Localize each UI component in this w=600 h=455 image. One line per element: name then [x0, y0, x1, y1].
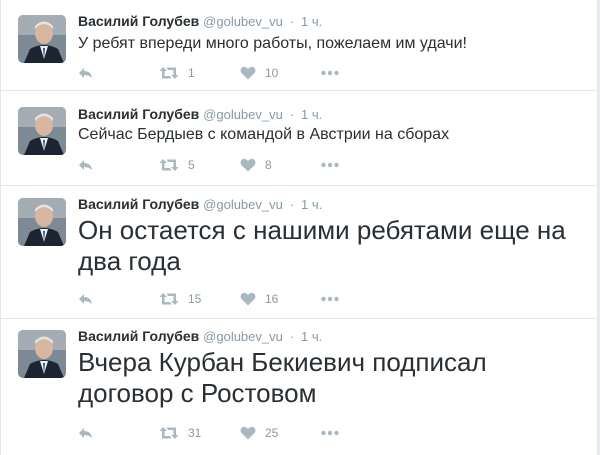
reply-icon: [79, 428, 92, 438]
tweet-timestamp[interactable]: 1 ч.: [301, 329, 322, 344]
reply-button[interactable]: [78, 289, 94, 309]
retweet-button[interactable]: 5: [159, 155, 195, 175]
retweet-count: 15: [188, 292, 202, 306]
retweet-count: 31: [188, 426, 202, 440]
author-handle[interactable]: @golubev_vu: [203, 197, 283, 212]
heart-icon: [240, 292, 256, 306]
more-dots-icon: [321, 296, 339, 302]
like-button[interactable]: 25: [240, 423, 278, 443]
more-button[interactable]: [321, 63, 339, 83]
more-button[interactable]: [321, 289, 339, 309]
tweet-header: Василий Голубев @golubev_vu · 1 ч.: [78, 327, 322, 346]
heart-icon: [240, 426, 256, 440]
author-handle[interactable]: @golubev_vu: [203, 329, 283, 344]
like-count: 10: [265, 66, 279, 80]
reply-icon: [79, 294, 92, 304]
reply-button[interactable]: [78, 423, 94, 443]
author-name[interactable]: Василий Голубев: [78, 196, 199, 212]
avatar[interactable]: [18, 330, 66, 378]
tweet-timestamp[interactable]: 1 ч.: [301, 107, 322, 122]
avatar[interactable]: [18, 107, 66, 155]
reply-button[interactable]: [78, 155, 94, 175]
heart-icon: [240, 66, 256, 80]
avatar[interactable]: [18, 198, 66, 246]
separator-dot: ·: [289, 197, 295, 212]
retweet-icon: [159, 293, 179, 305]
like-count: 25: [265, 426, 279, 440]
reply-button[interactable]: [78, 63, 94, 83]
like-button[interactable]: 8: [240, 155, 272, 175]
more-button[interactable]: [321, 423, 339, 443]
tweet-text: У ребят впереди много работы, пожелаем и…: [78, 35, 467, 52]
retweet-icon: [159, 67, 179, 79]
retweet-button[interactable]: 1: [159, 63, 195, 83]
author-name[interactable]: Василий Голубев: [78, 106, 199, 122]
like-button[interactable]: 16: [240, 289, 278, 309]
retweet-button[interactable]: 31: [159, 423, 201, 443]
author-handle[interactable]: @golubev_vu: [203, 14, 283, 29]
tweet-card[interactable]: Василий Голубев @golubev_vu · 1 ч. Сейча…: [0, 91, 598, 186]
author-handle[interactable]: @golubev_vu: [203, 107, 283, 122]
tweet-header: Василий Голубев @golubev_vu · 1 ч.: [78, 12, 322, 31]
separator-dot: ·: [289, 14, 295, 29]
retweet-icon: [159, 427, 179, 439]
tweet-timeline: Василий Голубев @golubev_vu · 1 ч. У реб…: [0, 0, 600, 455]
reply-icon: [79, 68, 92, 78]
tweet-timestamp[interactable]: 1 ч.: [301, 197, 322, 212]
tweet-header: Василий Голубев @golubev_vu · 1 ч.: [78, 195, 322, 214]
avatar[interactable]: [18, 15, 66, 63]
author-name[interactable]: Василий Голубев: [78, 328, 199, 344]
separator-dot: ·: [289, 329, 295, 344]
tweet-text: Сейчас Бердыев с командой в Австрии на с…: [78, 126, 450, 143]
tweet-card[interactable]: Василий Голубев @golubev_vu · 1 ч. Он ос…: [0, 186, 598, 319]
like-count: 16: [265, 292, 279, 306]
heart-icon: [240, 158, 256, 172]
tweet-text: Он остается с нашими ребятами еще на два…: [78, 215, 566, 276]
author-name[interactable]: Василий Голубев: [78, 13, 199, 29]
separator-dot: ·: [289, 107, 295, 122]
more-dots-icon: [321, 162, 339, 168]
retweet-icon: [159, 159, 179, 171]
tweet-timestamp[interactable]: 1 ч.: [301, 14, 322, 29]
tweet-card[interactable]: Василий Голубев @golubev_vu · 1 ч. Вчера…: [0, 319, 598, 455]
retweet-count: 1: [188, 66, 195, 80]
tweet-card[interactable]: Василий Голубев @golubev_vu · 1 ч. У реб…: [0, 0, 598, 91]
like-count: 8: [265, 158, 272, 172]
retweet-count: 5: [188, 158, 195, 172]
tweet-header: Василий Голубев @golubev_vu · 1 ч.: [78, 105, 322, 124]
more-button[interactable]: [321, 155, 339, 175]
tweet-text: Вчера Курбан Бекиевич подписал договор с…: [78, 347, 487, 408]
like-button[interactable]: 10: [240, 63, 278, 83]
more-dots-icon: [321, 430, 339, 436]
more-dots-icon: [321, 70, 339, 76]
retweet-button[interactable]: 15: [159, 289, 201, 309]
reply-icon: [79, 160, 92, 170]
